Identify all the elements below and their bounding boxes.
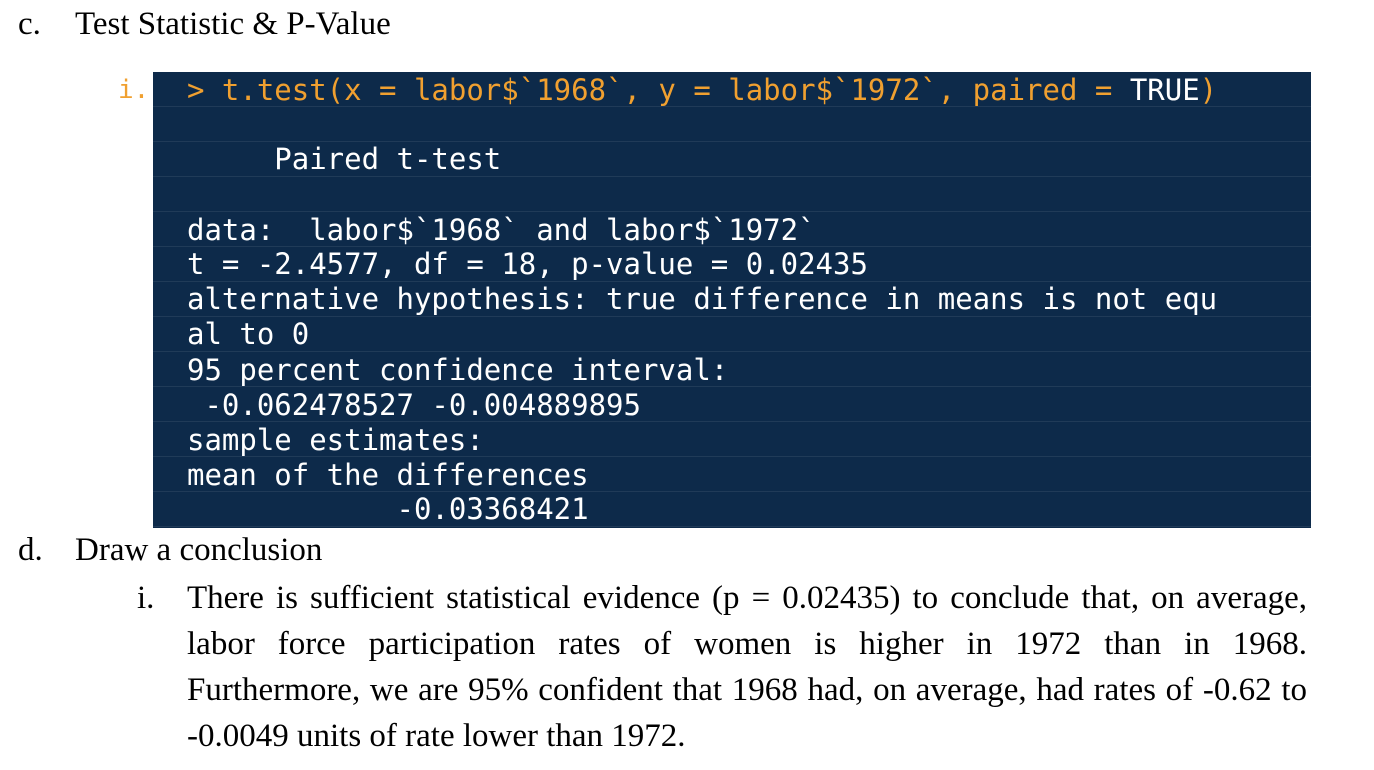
console-line-ci-label: 95 percent confidence interval:: [187, 353, 729, 387]
command-prefix: > t.test(x = labor$`1968`, y = labor$`19…: [187, 73, 1130, 107]
console-line-estimate-name: mean of the differences: [187, 458, 589, 492]
console-line-alternative-cont: al to 0: [187, 317, 310, 351]
section-marker-d: d.: [18, 532, 43, 568]
console-command: > t.test(x = labor$`1968`, y = labor$`19…: [187, 72, 1217, 108]
code-item-marker: i.: [118, 75, 150, 105]
conclusion-paragraph: There is sufficient statistical evidence…: [187, 580, 1307, 754]
console-line-ci-values: -0.062478527 -0.004889895: [187, 388, 641, 422]
cut-off-next-line: ​: [18, 756, 188, 770]
console-line-estimate-value: -0.03368421: [187, 492, 589, 526]
console-line-data: data: labor$`1968` and labor$`1972`: [187, 213, 816, 247]
console-line-estimates-label: sample estimates:: [187, 423, 484, 457]
console-line-alternative: alternative hypothesis: true difference …: [187, 282, 1218, 316]
conclusion-marker: i.: [137, 580, 155, 616]
r-console-output: > t.test(x = labor$`1968`, y = labor$`19…: [153, 72, 1311, 528]
console-line-test-name: Paired t-test: [187, 142, 502, 176]
section-title-c: Test Statistic & P-Value: [75, 6, 391, 42]
command-suffix: ): [1199, 73, 1218, 107]
section-marker-c: c.: [18, 6, 41, 42]
console-line-statistic: t = -2.4577, df = 18, p-value = 0.02435: [187, 247, 868, 281]
section-title-d: Draw a conclusion: [75, 532, 323, 568]
command-keyword: TRUE: [1129, 73, 1200, 107]
